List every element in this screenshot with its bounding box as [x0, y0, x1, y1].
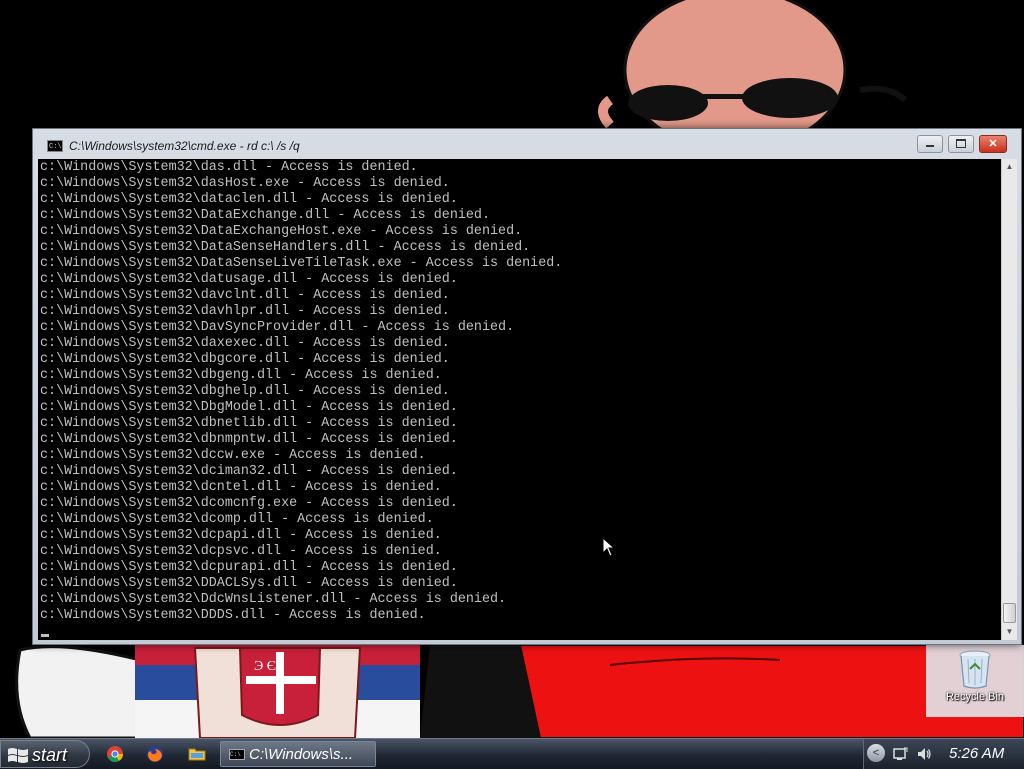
minimize-button[interactable]: [917, 135, 943, 153]
recycle-bin[interactable]: Recycle Bin: [926, 645, 1024, 717]
console-line: c:\Windows\System32\DbgModel.dll - Acces…: [40, 400, 458, 415]
console-line: c:\Windows\System32\DataExchangeHost.exe…: [40, 224, 523, 239]
console-line: c:\Windows\System32\DDDS.dll - Access is…: [40, 608, 426, 623]
console-line: c:\Windows\System32\DDACLSys.dll - Acces…: [40, 576, 458, 591]
close-button[interactable]: ✕: [979, 135, 1007, 153]
console-line: c:\Windows\System32\datusage.dll - Acces…: [40, 272, 458, 287]
console-line: c:\Windows\System32\dcntel.dll - Access …: [40, 480, 442, 495]
console-line: c:\Windows\System32\dcomp.dll - Access i…: [40, 512, 434, 527]
cmd-icon: C:\: [47, 140, 63, 152]
scroll-down-icon[interactable]: ▼: [1002, 624, 1017, 640]
show-hidden-icons-chevron-icon[interactable]: <: [867, 744, 885, 762]
window-title: C:\Windows\system32\cmd.exe - rd c:\ /s …: [69, 139, 300, 153]
console-line: c:\Windows\System32\dataclen.dll - Acces…: [40, 192, 458, 207]
console-output[interactable]: c:\Windows\System32\das.dll - Access is …: [38, 159, 1001, 640]
console-line: c:\Windows\System32\dcpsvc.dll - Access …: [40, 544, 442, 559]
system-tray: < 5:26 AM: [863, 739, 1024, 769]
clock[interactable]: 5:26 AM: [949, 745, 1004, 762]
taskbar-button-label: C:\Windows\s...: [249, 746, 354, 763]
title-bar[interactable]: C:\ C:\Windows\system32\cmd.exe - rd c:\…: [33, 129, 1021, 159]
console-line: c:\Windows\System32\davclnt.dll - Access…: [40, 288, 450, 303]
console-line: c:\Windows\System32\DataExchange.dll - A…: [40, 208, 490, 223]
cmd-icon: C:\: [229, 749, 245, 760]
console-line: c:\Windows\System32\dbgcore.dll - Access…: [40, 352, 450, 367]
console-line: c:\Windows\System32\dbghelp.dll - Access…: [40, 384, 450, 399]
scroll-thumb[interactable]: [1003, 603, 1016, 623]
console-line: c:\Windows\System32\dcpapi.dll - Access …: [40, 528, 442, 543]
scroll-up-icon[interactable]: ▲: [1002, 159, 1017, 175]
console-line: c:\Windows\System32\das.dll - Access is …: [40, 160, 418, 175]
console-line: c:\Windows\System32\DataSenseLiveTileTas…: [40, 256, 563, 271]
vertical-scrollbar[interactable]: ▲ ▼: [1001, 159, 1017, 640]
console-line: c:\Windows\System32\DataSenseHandlers.dl…: [40, 240, 531, 255]
close-icon: ✕: [988, 138, 998, 150]
console-lines: c:\Windows\System32\das.dll - Access is …: [40, 160, 562, 624]
start-button[interactable]: start: [0, 740, 90, 768]
mouse-cursor-icon: [602, 537, 616, 557]
console-line: c:\Windows\System32\dcpurapi.dll - Acces…: [40, 560, 458, 575]
console-line: c:\Windows\System32\daxexec.dll - Access…: [40, 336, 450, 351]
console-line: c:\Windows\System32\dcomcnfg.exe - Acces…: [40, 496, 458, 511]
start-label: start: [32, 745, 68, 765]
folder-icon[interactable]: [188, 745, 206, 763]
console-line: c:\Windows\System32\dbnetlib.dll - Acces…: [40, 416, 458, 431]
taskbar-button-cmd[interactable]: C:\ C:\Windows\s...: [220, 741, 376, 767]
console-line: c:\Windows\System32\DavSyncProvider.dll …: [40, 320, 515, 335]
maximize-button[interactable]: [948, 135, 974, 153]
volume-icon[interactable]: [916, 746, 932, 762]
minimize-icon: [926, 145, 934, 147]
text-cursor: [41, 634, 49, 637]
console-line: c:\Windows\System32\dbnmpntw.dll - Acces…: [40, 432, 458, 447]
recycle-bin-label: Recycle Bin: [945, 691, 1005, 703]
console-line: c:\Windows\System32\dasHost.exe - Access…: [40, 176, 450, 191]
action-center-flag-icon[interactable]: [892, 746, 908, 762]
console-line: c:\Windows\System32\dccw.exe - Access is…: [40, 448, 426, 463]
taskbar: start C:\ C:\Windows\s... < 5:26 AM: [0, 738, 1024, 769]
svg-text:Э Є: Э Є: [254, 659, 276, 674]
maximize-icon: [956, 139, 966, 148]
cmd-window[interactable]: C:\ C:\Windows\system32\cmd.exe - rd c:\…: [32, 128, 1022, 645]
windows-flag-icon: [8, 748, 28, 763]
console-line: c:\Windows\System32\dciman32.dll - Acces…: [40, 464, 458, 479]
console-line: c:\Windows\System32\dbgeng.dll - Access …: [40, 368, 442, 383]
console-line: c:\Windows\System32\davhlpr.dll - Access…: [40, 304, 450, 319]
recycle-bin-icon: [959, 650, 991, 689]
firefox-icon[interactable]: [146, 745, 164, 763]
console-line: c:\Windows\System32\DdcWnsListener.dll -…: [40, 592, 507, 607]
chrome-icon[interactable]: [106, 745, 124, 763]
